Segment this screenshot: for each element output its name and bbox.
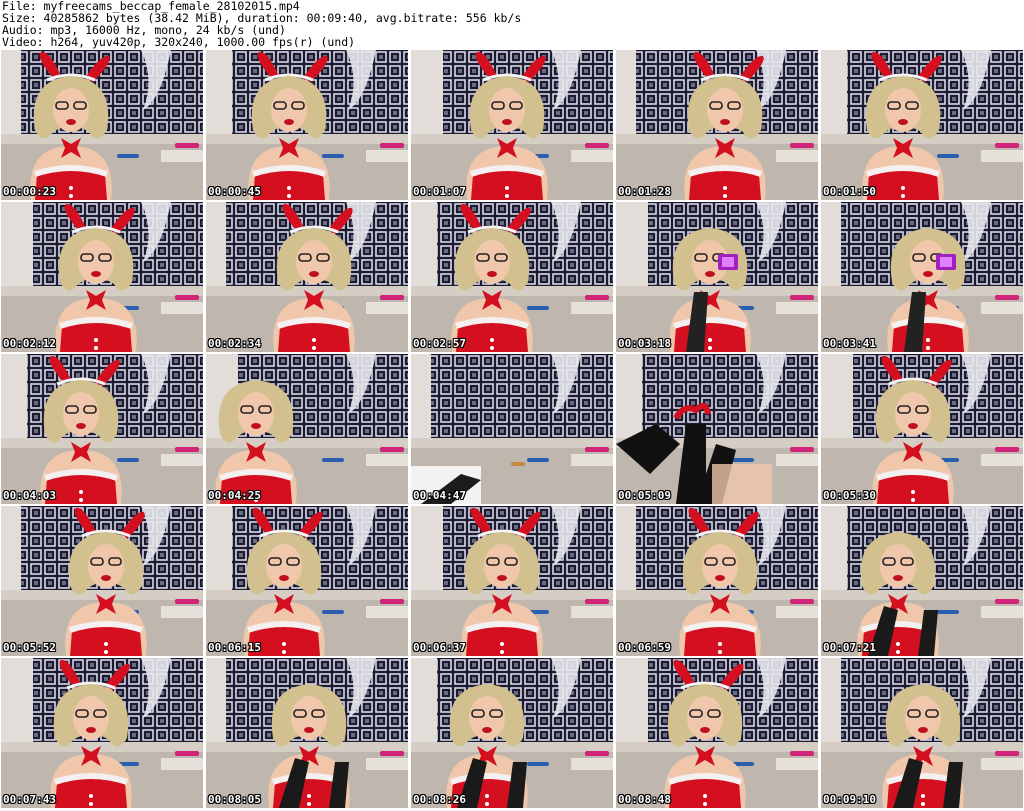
video-thumbnail: 00:07:43 [1, 658, 203, 808]
thumbnail-timestamp: 00:01:28 [618, 185, 671, 198]
video-thumbnail: 00:04:25 [206, 354, 408, 504]
thumbnail-timestamp: 00:01:50 [823, 185, 876, 198]
video-thumbnail: 00:06:59 [616, 506, 818, 656]
video-thumbnail: 00:01:07 [411, 50, 613, 200]
video-thumbnail: 00:01:50 [821, 50, 1023, 200]
video-thumbnail: 00:02:34 [206, 202, 408, 352]
video-thumbnail: 00:04:03 [1, 354, 203, 504]
video-thumbnail: 00:05:52 [1, 506, 203, 656]
thumbnail-image [206, 354, 408, 504]
thumbnail-image [616, 506, 818, 656]
video-thumbnail: 00:06:37 [411, 506, 613, 656]
thumbnail-timestamp: 00:08:05 [208, 793, 261, 806]
thumbnail-timestamp: 00:07:43 [3, 793, 56, 806]
video-thumbnail: 00:02:12 [1, 202, 203, 352]
video-thumbnail: 00:00:23 [1, 50, 203, 200]
thumbnail-image [1, 506, 203, 656]
thumbnail-timestamp: 00:06:59 [618, 641, 671, 654]
thumbnail-image [821, 658, 1023, 808]
thumbnail-timestamp: 00:00:23 [3, 185, 56, 198]
thumbnail-image [206, 658, 408, 808]
video-thumbnail: 00:07:21 [821, 506, 1023, 656]
video-thumbnail: 00:03:41 [821, 202, 1023, 352]
thumbnail-image [206, 202, 408, 352]
thumbnail-timestamp: 00:05:09 [618, 489, 671, 502]
thumbnail-image [821, 506, 1023, 656]
video-thumbnail: 00:03:18 [616, 202, 818, 352]
thumbnail-timestamp: 00:04:25 [208, 489, 261, 502]
video-thumbnail: 00:01:28 [616, 50, 818, 200]
thumbnail-timestamp: 00:05:30 [823, 489, 876, 502]
info-header: File: myfreecams_beccap_female_28102015.… [2, 0, 1022, 50]
thumbnail-image [616, 658, 818, 808]
thumbnail-timestamp: 00:09:10 [823, 793, 876, 806]
thumbnail-image [1, 50, 203, 200]
thumbnail-timestamp: 00:08:48 [618, 793, 671, 806]
thumbnail-timestamp: 00:03:41 [823, 337, 876, 350]
video-thumbnail: 00:08:26 [411, 658, 613, 808]
thumbnail-image [1, 354, 203, 504]
thumbnail-timestamp: 00:05:52 [3, 641, 56, 654]
thumbnail-image [206, 506, 408, 656]
thumbnail-timestamp: 00:04:03 [3, 489, 56, 502]
thumbnail-image [821, 50, 1023, 200]
thumbnail-image [206, 50, 408, 200]
thumbnail-image [411, 506, 613, 656]
thumbnail-timestamp: 00:07:21 [823, 641, 876, 654]
thumbnail-image [616, 354, 818, 504]
thumbnail-grid: 00:00:23 00:00:45 00:01:07 00:01:28 00:0… [1, 50, 1023, 810]
video-thumbnail: 00:05:09 [616, 354, 818, 504]
thumbnail-timestamp: 00:01:07 [413, 185, 466, 198]
thumbnail-image [821, 354, 1023, 504]
video-thumbnail: 00:08:48 [616, 658, 818, 808]
thumbnail-image [616, 202, 818, 352]
thumbnail-image [1, 202, 203, 352]
video-thumbnail: 00:04:47 [411, 354, 613, 504]
thumbnail-image [411, 202, 613, 352]
thumbnail-image [411, 50, 613, 200]
thumbnail-image [411, 354, 613, 504]
video-line: Video: h264, yuv420p, 320x240, 1000.00 f… [2, 35, 356, 49]
thumbnail-timestamp: 00:02:12 [3, 337, 56, 350]
video-thumbnail: 00:06:15 [206, 506, 408, 656]
thumbnail-image [411, 658, 613, 808]
thumbnail-timestamp: 00:02:57 [413, 337, 466, 350]
thumbnail-timestamp: 00:02:34 [208, 337, 261, 350]
thumbnail-timestamp: 00:08:26 [413, 793, 466, 806]
video-thumbnail: 00:05:30 [821, 354, 1023, 504]
thumbnail-timestamp: 00:00:45 [208, 185, 261, 198]
thumbnail-timestamp: 00:04:47 [413, 489, 466, 502]
video-thumbnail: 00:02:57 [411, 202, 613, 352]
thumbnail-image [1, 658, 203, 808]
thumbnail-timestamp: 00:06:15 [208, 641, 261, 654]
thumbnail-timestamp: 00:03:18 [618, 337, 671, 350]
video-thumbnail: 00:09:10 [821, 658, 1023, 808]
video-thumbnail: 00:08:05 [206, 658, 408, 808]
thumbnail-image [616, 50, 818, 200]
thumbnail-timestamp: 00:06:37 [413, 641, 466, 654]
thumbnail-image [821, 202, 1023, 352]
video-thumbnail: 00:00:45 [206, 50, 408, 200]
